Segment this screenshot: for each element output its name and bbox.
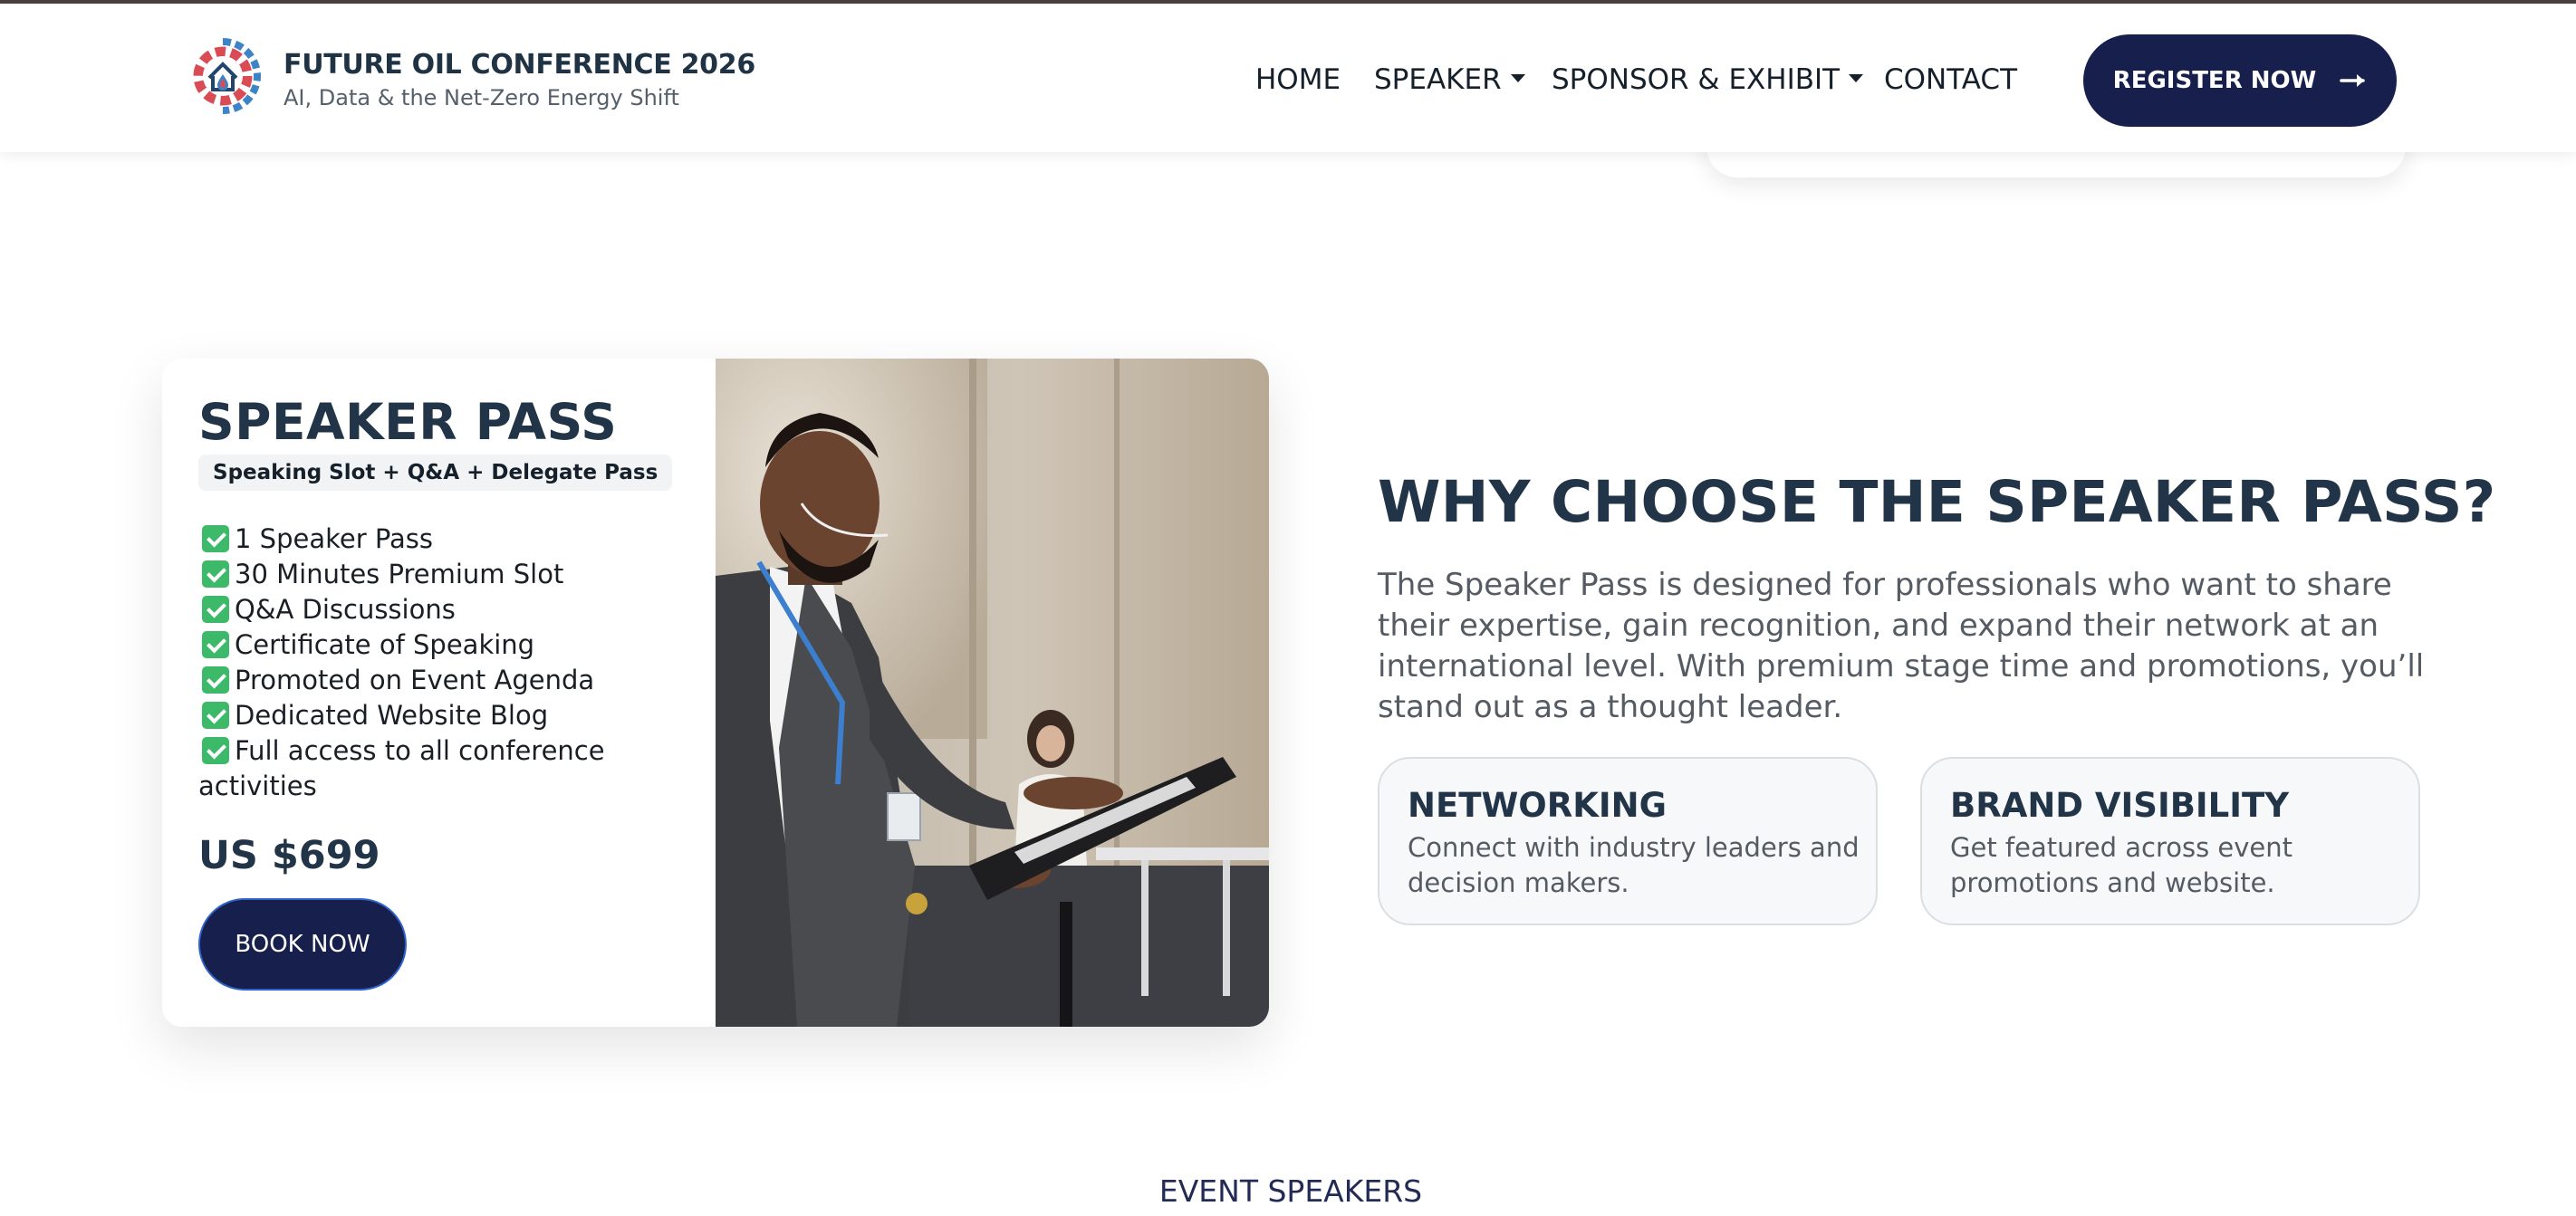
check-mark-icon <box>202 631 229 658</box>
feature-text: Certificate of Speaking <box>235 629 535 660</box>
check-mark-icon <box>202 737 229 764</box>
why-heading: WHY CHOOSE THE SPEAKER PASS? <box>1378 469 2496 535</box>
feature-text: 1 Speaker Pass <box>235 523 434 554</box>
feature-item-continued: activities <box>198 769 706 804</box>
feature-item: 30 Minutes Premium Slot <box>198 557 706 592</box>
caret-down-icon <box>1510 73 1525 82</box>
gear-house-drop-icon[interactable] <box>185 38 261 114</box>
check-mark-icon <box>202 525 229 552</box>
benefit-card-brand-visibility: BRAND VISIBILITY Get featured across eve… <box>1920 757 2420 925</box>
feature-text: Promoted on Event Agenda <box>235 665 595 695</box>
nav-sponsor-exhibit[interactable]: SPONSOR & EXHIBIT <box>1552 63 1864 96</box>
why-description: The Speaker Pass is designed for profess… <box>1378 567 2425 725</box>
brand-subtitle: AI, Data & the Net-Zero Energy Shift <box>284 85 679 110</box>
feature-item: Dedicated Website Blog <box>198 698 706 733</box>
register-now-button[interactable]: REGISTER NOW <box>2083 34 2397 127</box>
benefit-title: NETWORKING <box>1408 786 1668 825</box>
nav-home-label: HOME <box>1255 63 1341 96</box>
nav-speaker-label: SPEAKER <box>1374 63 1502 96</box>
benefit-text: Get featured across event promotions and… <box>1950 832 2293 898</box>
book-now-button[interactable]: BOOK NOW <box>198 898 407 991</box>
feature-text: Q&A Discussions <box>235 594 456 625</box>
nav-contact[interactable]: CONTACT <box>1884 63 2017 96</box>
brand-title[interactable]: FUTURE OIL CONFERENCE 2026 <box>284 49 755 81</box>
feature-item: Q&A Discussions <box>198 592 706 627</box>
feature-text: Dedicated Website Blog <box>235 700 549 731</box>
feature-text: activities <box>198 771 317 801</box>
register-label: REGISTER NOW <box>2112 67 2317 94</box>
nav-contact-label: CONTACT <box>1884 63 2018 96</box>
pass-title: SPEAKER PASS <box>198 393 618 451</box>
check-mark-icon <box>202 596 229 623</box>
feature-item: Promoted on Event Agenda <box>198 663 706 698</box>
speaker-photo <box>716 359 1269 1027</box>
nav-speaker[interactable]: SPEAKER <box>1374 63 1525 96</box>
nav-home[interactable]: HOME <box>1255 63 1341 96</box>
feature-text: Full access to all conference <box>235 735 605 766</box>
site-header: FUTURE OIL CONFERENCE 2026 AI, Data & th… <box>0 4 2576 152</box>
arrow-right-icon <box>2340 74 2366 87</box>
benefit-text: Connect with industry leaders and decisi… <box>1408 832 1860 898</box>
feature-text: 30 Minutes Premium Slot <box>235 559 564 589</box>
check-mark-icon <box>202 560 229 588</box>
page: FUTURE OIL CONFERENCE 2026 AI, Data & th… <box>0 0 2576 1216</box>
benefit-card-networking: NETWORKING Connect with industry leaders… <box>1378 757 1878 925</box>
event-speakers-label: EVENT SPEAKERS <box>1158 1173 1423 1209</box>
feature-item: Full access to all conference <box>198 733 706 769</box>
check-mark-icon <box>202 702 229 729</box>
speaker-pass-card: SPEAKER PASS Speaking Slot + Q&A + Deleg… <box>162 359 1269 1027</box>
pass-tag: Speaking Slot + Q&A + Delegate Pass <box>198 455 673 491</box>
pass-price: US $699 <box>198 833 380 878</box>
nav-sponsor-label: SPONSOR & EXHIBIT <box>1552 63 1841 96</box>
feature-item: 1 Speaker Pass <box>198 522 706 557</box>
caret-down-icon <box>1849 73 1864 82</box>
benefit-title: BRAND VISIBILITY <box>1950 786 2290 825</box>
feature-item: Certificate of Speaking <box>198 627 706 663</box>
feature-list: 1 Speaker Pass 30 Minutes Premium Slot Q… <box>198 522 706 804</box>
check-mark-icon <box>202 666 229 694</box>
